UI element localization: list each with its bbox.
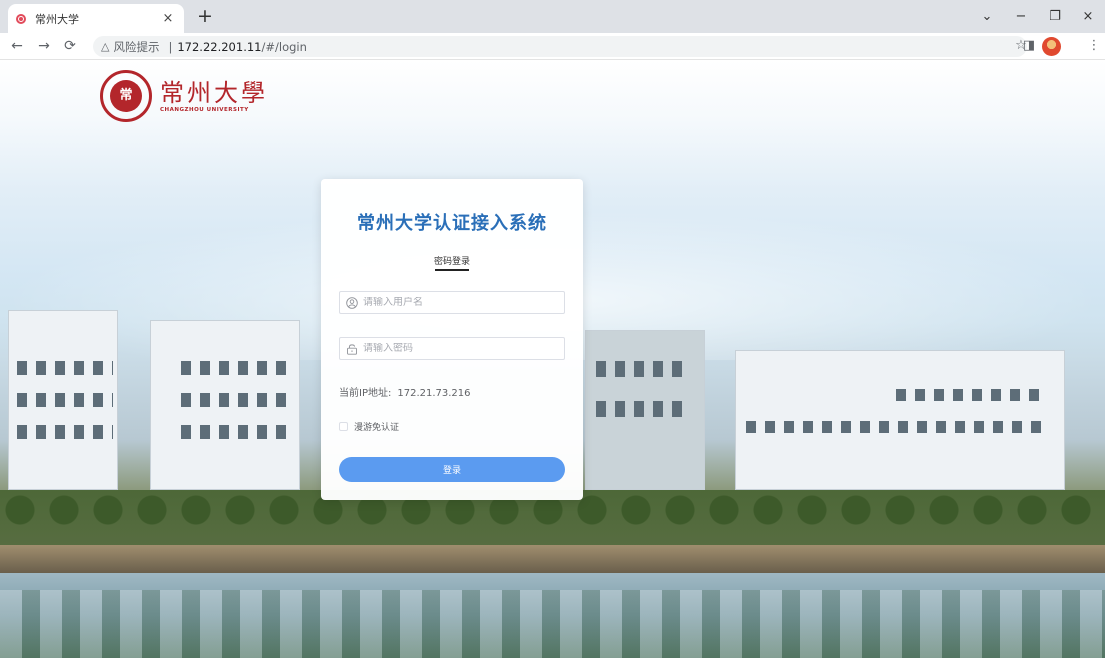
close-window-button[interactable]: ×	[1071, 0, 1105, 33]
login-button[interactable]: 登录	[339, 457, 565, 482]
security-risk-label[interactable]: 风险提示	[113, 39, 159, 55]
tab-bar: 常州大学 × + ⌄ − ❐ ×	[0, 0, 1105, 33]
login-page: 常 常州大學 CHANGZHOU UNIVERSITY 常州大学认证接入系统 密…	[0, 60, 1105, 658]
active-tab-indicator	[435, 269, 469, 271]
logo-name-cn: 常州大學	[160, 79, 268, 107]
current-ip: 当前IP地址: 172.21.73.216	[339, 384, 471, 399]
ip-label: 当前IP地址:	[339, 388, 392, 399]
minimize-button[interactable]: −	[1004, 0, 1038, 33]
browser-tab[interactable]: 常州大学 ×	[8, 4, 184, 33]
forward-icon[interactable]: →	[34, 36, 54, 56]
logo-name-en: CHANGZHOU UNIVERSITY	[160, 107, 249, 113]
login-card: 常州大学认证接入系统 密码登录 当前IP地址: 172.21.73.216	[321, 179, 583, 500]
url-host: 172.22.201.11	[177, 39, 262, 54]
url-path: /#/login	[261, 39, 307, 54]
password-input[interactable]	[363, 343, 553, 354]
university-seal-icon: 常	[100, 70, 152, 122]
url-separator: |	[168, 39, 173, 54]
user-icon	[346, 296, 358, 309]
address-bar-row: ← → ⟳ △ 风险提示 | 172.22.201.11 /#/login ☆ …	[0, 33, 1105, 60]
reload-icon[interactable]: ⟳	[60, 36, 80, 56]
roam-label[interactable]: 漫游免认证	[354, 420, 399, 433]
security-warning-icon[interactable]: △	[101, 40, 109, 53]
lock-icon	[347, 343, 357, 355]
username-field[interactable]	[339, 291, 565, 314]
password-field[interactable]	[339, 337, 565, 360]
roam-option[interactable]: 漫游免认证	[339, 420, 399, 433]
ip-value: 172.21.73.216	[397, 388, 471, 399]
system-title: 常州大学认证接入系统	[357, 213, 547, 234]
username-input[interactable]	[363, 297, 553, 308]
campus-building	[150, 320, 300, 490]
url-field[interactable]: △ 风险提示 | 172.22.201.11 /#/login	[93, 36, 1027, 57]
tab-search-icon[interactable]: ⌄	[970, 0, 1004, 33]
new-tab-button[interactable]: +	[194, 6, 216, 28]
back-icon[interactable]: ←	[7, 36, 27, 56]
tab-close-icon[interactable]: ×	[160, 11, 176, 26]
seal-character: 常	[110, 80, 142, 112]
campus-building	[8, 310, 118, 490]
profile-avatar[interactable]	[1042, 37, 1061, 56]
site-favicon-icon	[16, 13, 26, 24]
roam-checkbox[interactable]	[339, 422, 348, 431]
browser-menu-icon[interactable]: ⋮	[1085, 37, 1103, 55]
campus-building	[585, 330, 705, 490]
university-logo: 常 常州大學 CHANGZHOU UNIVERSITY	[100, 70, 268, 122]
side-panel-icon[interactable]: ◨	[1020, 37, 1038, 55]
lake-reflection	[0, 590, 1105, 658]
tab-password-login[interactable]: 密码登录	[321, 254, 583, 267]
maximize-button[interactable]: ❐	[1038, 0, 1072, 33]
tab-title: 常州大学	[35, 12, 79, 26]
campus-building	[735, 350, 1065, 490]
embankment	[0, 545, 1105, 573]
